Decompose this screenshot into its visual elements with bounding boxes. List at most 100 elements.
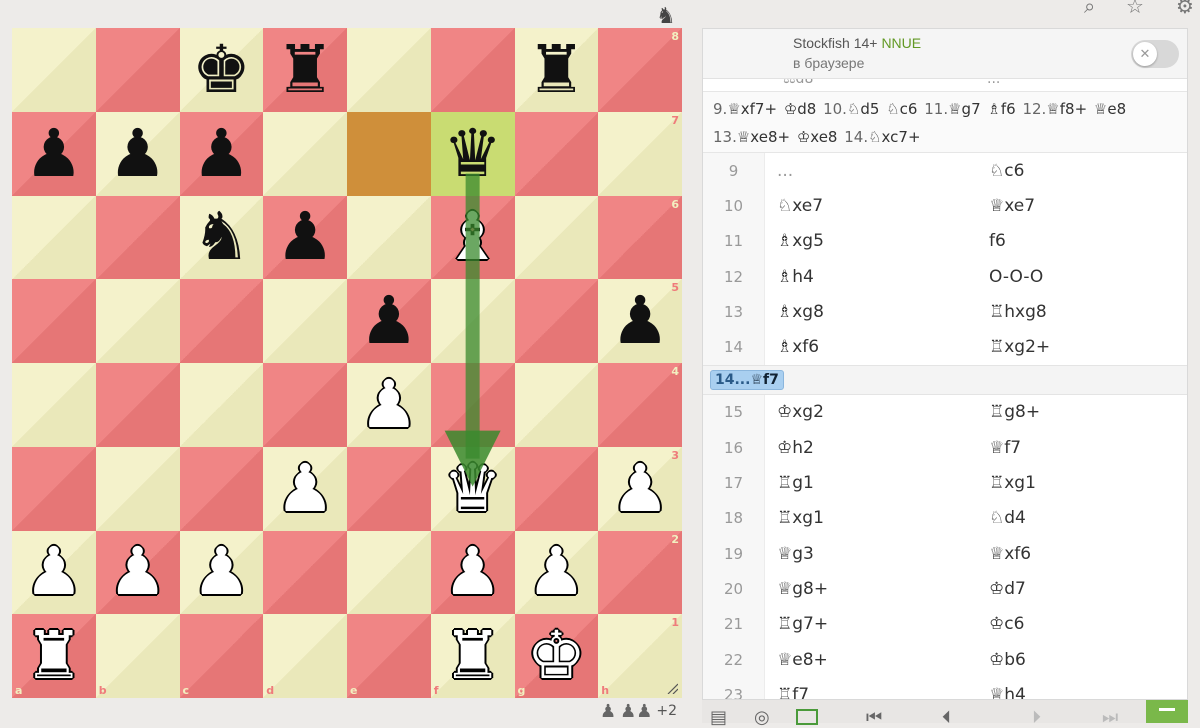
square-g5[interactable] bbox=[514, 279, 599, 363]
white-bishop-piece[interactable]: ♝ bbox=[431, 196, 515, 280]
black-move[interactable]: ♔b6 bbox=[989, 650, 1026, 670]
white-pawn-piece[interactable]: ♟ bbox=[263, 447, 347, 531]
square-d3[interactable]: ♟ bbox=[263, 446, 347, 531]
pv-move[interactable]: ♕g7 bbox=[948, 100, 985, 118]
black-move[interactable]: ♕h4 bbox=[989, 685, 1026, 699]
square-e6[interactable] bbox=[347, 195, 431, 280]
white-move[interactable]: ♗xg5 bbox=[777, 231, 824, 251]
square-g7[interactable] bbox=[514, 111, 599, 196]
next-move-icon[interactable]: ⏵ bbox=[1032, 707, 1041, 728]
engine-pv-line[interactable]: 9.♕xf7+ ♔d8 10.♘d5 ♘c6 11.♕g7 ♗f6 12.♕f8… bbox=[703, 91, 1187, 153]
square-c4[interactable] bbox=[179, 363, 264, 447]
black-pawn-piece[interactable]: ♟ bbox=[263, 196, 347, 280]
white-move[interactable]: ♕g3 bbox=[777, 544, 814, 564]
square-c2[interactable]: ♟ bbox=[179, 530, 264, 615]
white-move[interactable]: ♖xg1 bbox=[777, 508, 824, 528]
last-move-icon[interactable]: ⏭ bbox=[1102, 707, 1118, 728]
square-c6[interactable]: ♞ bbox=[179, 195, 264, 280]
engine-toggle[interactable]: ✕ bbox=[1131, 40, 1179, 68]
square-a2[interactable]: ♟ bbox=[12, 530, 96, 615]
square-f8[interactable] bbox=[430, 28, 515, 112]
black-move[interactable]: ♕xe7 bbox=[989, 196, 1035, 216]
square-c7[interactable]: ♟ bbox=[179, 111, 264, 196]
pv-move[interactable]: ♔d8 bbox=[784, 100, 821, 118]
square-f2[interactable]: ♟ bbox=[430, 530, 515, 615]
black-move[interactable]: ♘c6 bbox=[989, 161, 1024, 181]
white-move[interactable]: ♔h2 bbox=[777, 438, 814, 458]
black-move[interactable]: ♖xg2+ bbox=[989, 337, 1050, 357]
white-move[interactable]: ♖g7+ bbox=[777, 614, 828, 634]
square-b7[interactable]: ♟ bbox=[95, 111, 180, 196]
pv-move[interactable]: ♗f6 bbox=[987, 100, 1020, 118]
square-e1[interactable]: e bbox=[347, 614, 431, 698]
square-e5[interactable]: ♟ bbox=[347, 279, 431, 363]
square-f5[interactable] bbox=[430, 279, 515, 363]
square-h6[interactable]: 6 bbox=[598, 195, 682, 280]
black-move[interactable]: ♔c6 bbox=[989, 614, 1024, 634]
square-a6[interactable] bbox=[12, 195, 96, 280]
first-move-icon[interactable]: ⏮ bbox=[866, 707, 882, 728]
square-d5[interactable] bbox=[263, 279, 347, 363]
white-pawn-piece[interactable]: ♟ bbox=[180, 531, 264, 615]
square-g1[interactable]: ♚ g bbox=[514, 614, 599, 698]
white-king-piece[interactable]: ♚ bbox=[515, 614, 599, 698]
pv-move[interactable]: ♘d5 bbox=[847, 100, 884, 118]
white-move[interactable]: ♘xe7 bbox=[777, 196, 823, 216]
white-pawn-piece[interactable]: ♟ bbox=[12, 531, 96, 615]
square-a5[interactable] bbox=[12, 279, 96, 363]
pv-move[interactable]: ♔xe8 bbox=[797, 128, 842, 146]
black-move[interactable]: ♖hxg8 bbox=[989, 302, 1047, 322]
square-h5[interactable]: ♟ 5 bbox=[598, 279, 682, 363]
chess-board[interactable]: ♚ ♜ ♜ 8 ♟ ♟ ♟ ♛ 7 ♞ ♟ ♝ 6 ♟ ♟ 5 ♟ 4 ♟ ♛ ♟ 3 ♟ ♟ ♟ ♟ ♟ 2 ♜ a b c d e ♜ f ♚ g 1 h bbox=[12, 28, 682, 698]
black-pawn-piece[interactable]: ♟ bbox=[598, 279, 682, 363]
square-d4[interactable] bbox=[263, 363, 347, 447]
square-h2[interactable]: 2 bbox=[598, 530, 682, 615]
square-d7[interactable] bbox=[263, 111, 347, 196]
square-e2[interactable] bbox=[347, 530, 431, 615]
square-d1[interactable]: d bbox=[263, 614, 347, 698]
square-g4[interactable] bbox=[514, 363, 599, 447]
square-d8[interactable]: ♜ bbox=[263, 28, 347, 112]
square-a4[interactable] bbox=[12, 363, 96, 447]
black-knight-piece[interactable]: ♞ bbox=[180, 196, 264, 280]
square-h3[interactable]: ♟ 3 bbox=[598, 446, 682, 531]
square-e4[interactable]: ♟ bbox=[347, 363, 431, 447]
menu-button[interactable] bbox=[1146, 700, 1188, 723]
square-d6[interactable]: ♟ bbox=[263, 195, 347, 280]
square-b3[interactable] bbox=[95, 446, 180, 531]
pv-move[interactable]: ♕xe8+ bbox=[737, 128, 795, 146]
square-b2[interactable]: ♟ bbox=[95, 530, 180, 615]
black-pawn-piece[interactable]: ♟ bbox=[180, 112, 264, 196]
square-g3[interactable] bbox=[514, 446, 599, 531]
square-f7[interactable]: ♛ bbox=[430, 111, 515, 196]
black-rook-piece[interactable]: ♜ bbox=[263, 28, 347, 112]
black-move[interactable]: ♖g8+ bbox=[989, 402, 1040, 422]
square-e3[interactable] bbox=[347, 446, 431, 531]
star-icon[interactable]: ☆ bbox=[1126, 0, 1144, 18]
board-resize-handle[interactable] bbox=[666, 682, 678, 694]
white-move[interactable]: ♕g8+ bbox=[777, 579, 828, 599]
square-e7[interactable] bbox=[347, 111, 431, 196]
square-h4[interactable]: 4 bbox=[598, 363, 682, 447]
knight-icon[interactable]: ♞ bbox=[656, 4, 676, 29]
square-h7[interactable]: 7 bbox=[598, 111, 682, 196]
square-f6[interactable]: ♝ bbox=[430, 195, 515, 280]
pv-move[interactable]: ♘c6 bbox=[886, 100, 922, 118]
search-icon[interactable]: ⌕ bbox=[1084, 0, 1095, 18]
white-move[interactable]: ♗xg8 bbox=[777, 302, 824, 322]
pv-move[interactable]: ♘xc7+ bbox=[868, 128, 920, 146]
white-rook-piece[interactable]: ♜ bbox=[12, 614, 96, 698]
square-f1[interactable]: ♜ f bbox=[430, 614, 515, 698]
prev-move-icon[interactable]: ⏴ bbox=[942, 707, 951, 728]
white-pawn-piece[interactable]: ♟ bbox=[431, 531, 515, 615]
pv-move[interactable]: ♕f8+ bbox=[1046, 100, 1092, 118]
square-a8[interactable] bbox=[12, 28, 96, 112]
square-c1[interactable]: c bbox=[179, 614, 264, 698]
square-a7[interactable]: ♟ bbox=[12, 111, 96, 196]
square-f3[interactable]: ♛ bbox=[430, 446, 515, 531]
white-move[interactable]: ♗xf6 bbox=[777, 337, 819, 357]
white-move[interactable]: ♔xg2 bbox=[777, 402, 824, 422]
white-rook-piece[interactable]: ♜ bbox=[431, 614, 515, 698]
black-queen-piece[interactable]: ♛ bbox=[431, 112, 515, 196]
black-move[interactable]: ♔d7 bbox=[989, 579, 1026, 599]
